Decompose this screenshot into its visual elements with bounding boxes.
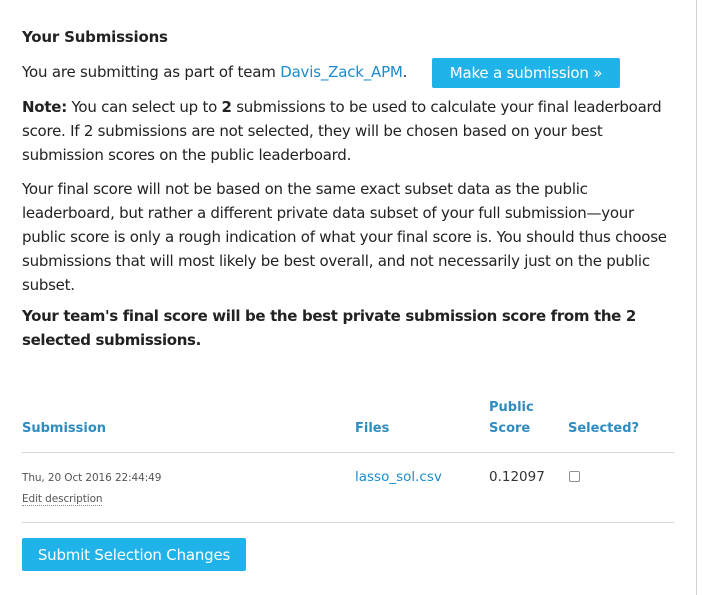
- note-text-before: You can select up to: [66, 98, 222, 116]
- column-header-selected: Selected?: [568, 421, 640, 436]
- table-divider-bottom: [22, 522, 674, 523]
- note-count: 2: [221, 98, 232, 116]
- submission-date: Thu, 20 Oct 2016 22:44:49: [22, 472, 162, 484]
- submissions-panel: Your Submissions You are submitting as p…: [0, 0, 697, 595]
- note-label: Note:: [22, 98, 67, 116]
- team-prefix: You are submitting as part of team: [22, 63, 281, 81]
- submission-file-link[interactable]: lasso_sol.csv: [355, 469, 442, 485]
- team-line: You are submitting as part of team Davis…: [22, 63, 407, 81]
- selected-checkbox[interactable]: [569, 471, 580, 482]
- column-header-submission: Submission: [22, 421, 107, 436]
- submit-selection-button[interactable]: Submit Selection Changes: [22, 538, 246, 571]
- column-header-files: Files: [355, 421, 390, 436]
- edit-description-link[interactable]: Edit description: [22, 493, 103, 506]
- table-divider-top: [22, 452, 674, 453]
- team-final-score-paragraph: Your team's final score will be the best…: [22, 307, 636, 349]
- team-name-link[interactable]: Davis_Zack_APM: [280, 63, 403, 81]
- public-score-value: 0.12097: [489, 469, 545, 485]
- column-header-public-score: Public Score: [489, 400, 534, 436]
- final-score-paragraph: Your final score will not be based on th…: [22, 180, 667, 294]
- make-submission-button[interactable]: Make a submission »: [432, 58, 620, 88]
- team-suffix: .: [402, 63, 408, 81]
- section-heading: Your Submissions: [22, 28, 168, 46]
- note-paragraph: Note: You can select up to 2 submissions…: [22, 95, 672, 167]
